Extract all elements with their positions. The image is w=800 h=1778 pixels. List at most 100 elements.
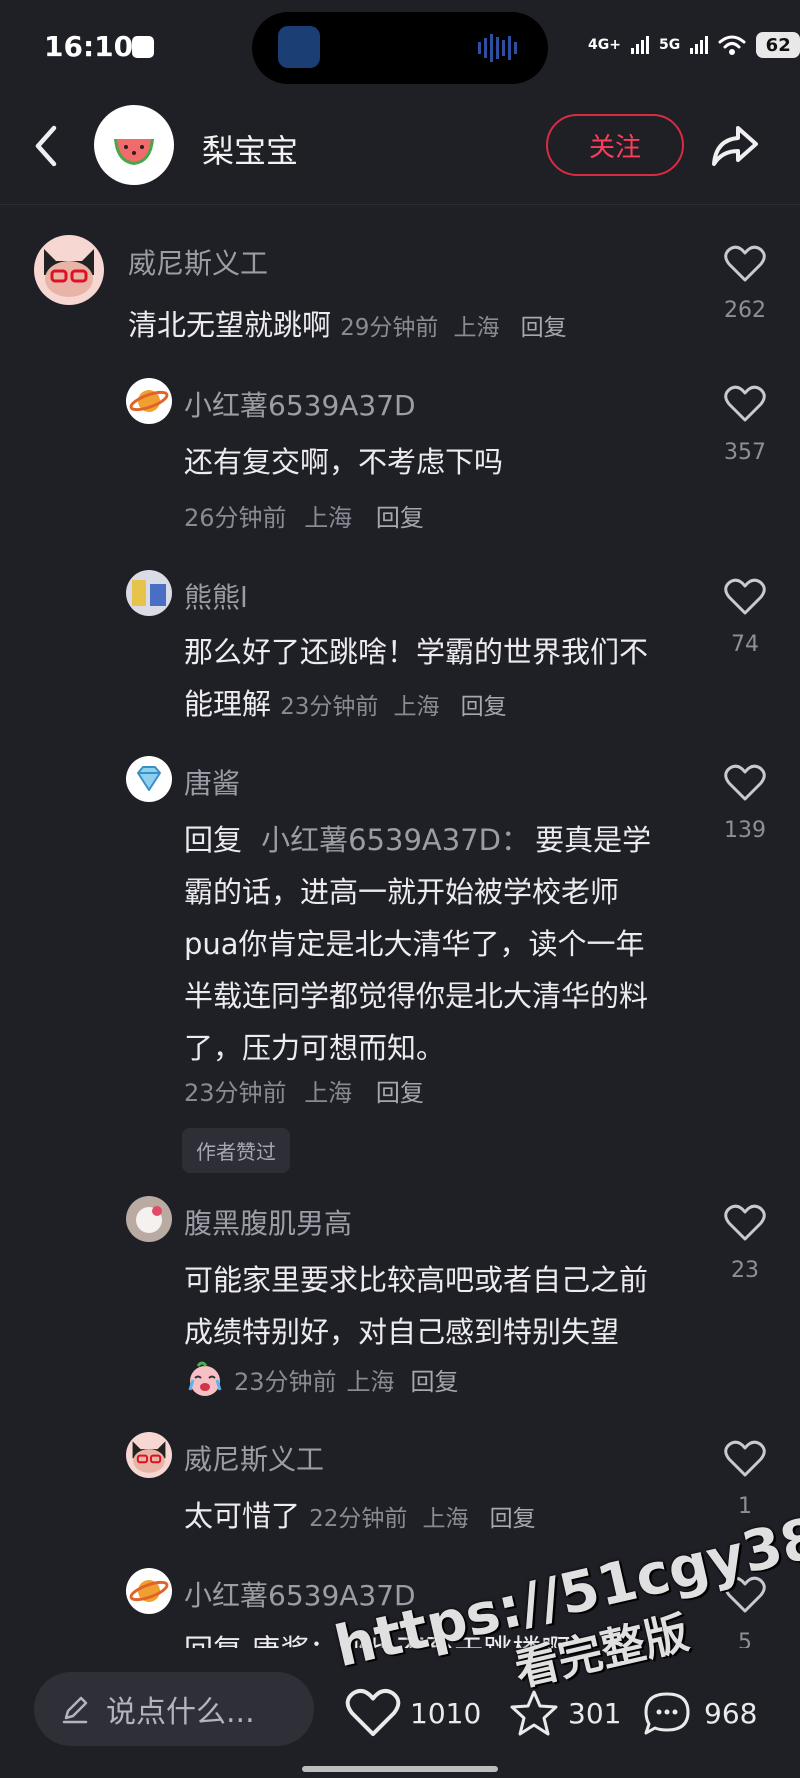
network-5g: 5G	[658, 37, 681, 53]
reply-button[interactable]: 回复	[376, 1079, 424, 1107]
comment-location: 上海	[422, 1506, 469, 1532]
comment-username[interactable]: 腹黑腹肌男高	[184, 1202, 352, 1242]
back-icon[interactable]	[26, 118, 66, 174]
watermelon-icon	[114, 139, 154, 165]
battery-indicator: 62	[756, 32, 800, 58]
comment-text-line: 那么好了还跳啥！学霸的世界我们不	[184, 635, 649, 669]
heart-icon[interactable]	[724, 385, 766, 423]
app-thumbnail-icon	[278, 26, 320, 68]
collect-total: 301	[568, 1696, 622, 1730]
like-count: 262	[724, 298, 766, 323]
comment-username[interactable]: 威尼斯义工	[128, 242, 268, 282]
comment-text-line: 要真是学	[535, 823, 652, 857]
heart-icon[interactable]	[724, 764, 766, 802]
comment-text: 清北无望就跳啊	[128, 308, 332, 342]
pencil-icon	[62, 1696, 88, 1724]
comment-time: 23分钟前	[280, 694, 379, 720]
like-count: 74	[731, 632, 759, 657]
comment-text-line: 成绩特别好，对自己感到特别失望	[184, 1315, 620, 1349]
author-avatar[interactable]	[94, 105, 174, 185]
diamond-icon	[137, 766, 161, 791]
avatar[interactable]	[126, 378, 172, 424]
network-4g: 4G+	[588, 37, 621, 53]
comment-icon	[644, 1692, 690, 1735]
reply-button[interactable]: 回复	[461, 694, 507, 720]
comment-total: 968	[704, 1696, 758, 1730]
heart-icon[interactable]	[724, 1204, 766, 1242]
status-indicators: 4G+ 5G 62	[588, 28, 800, 62]
comment-text-line: 可能家里要求比较高吧或者自己之前	[184, 1263, 649, 1297]
comment-username[interactable]: 威尼斯义工	[184, 1438, 324, 1478]
heart-icon[interactable]	[724, 1576, 766, 1614]
avatar[interactable]	[126, 1568, 172, 1614]
reply-button[interactable]: 回复	[521, 315, 567, 341]
avatar[interactable]	[126, 1196, 172, 1242]
planet-icon	[129, 390, 169, 412]
comment-text-line: 半载连同学都觉得你是北大清华的料	[184, 979, 649, 1013]
notification-icon	[132, 36, 154, 58]
comment-username[interactable]: 小红薯6539A37D	[184, 384, 416, 424]
header-divider	[0, 204, 800, 205]
signal-icon	[690, 36, 709, 54]
comment-text: 太可惜了	[184, 1499, 301, 1533]
photo-avatar-icon	[136, 1206, 162, 1233]
comment-input[interactable]: 说点什么...	[34, 1672, 314, 1746]
reply-prefix: 回复	[184, 823, 243, 857]
crying-emoji-icon	[188, 1361, 222, 1396]
heart-icon[interactable]	[724, 578, 766, 616]
comment-text-line: pua你肯定是北大清华了，读个一年	[184, 927, 645, 961]
signal-icon	[630, 36, 649, 54]
audio-wave-icon	[478, 34, 517, 62]
home-indicator	[302, 1766, 498, 1772]
avatar[interactable]	[126, 570, 172, 616]
like-count: 23	[731, 1258, 759, 1283]
avatar[interactable]	[34, 235, 104, 305]
author-name[interactable]: 梨宝宝	[202, 126, 298, 172]
comment-text-line: 了，压力可想而知。	[184, 1031, 446, 1065]
comment-username[interactable]: 唐酱	[184, 762, 240, 802]
comment-location: 上海	[346, 1367, 395, 1396]
comment-body: 回复 小红薯6539A37D： 要真是学	[184, 818, 651, 862]
comment-username[interactable]: 熊熊l	[184, 576, 248, 616]
status-time: 16:10	[44, 30, 134, 63]
comment-meta: 26分钟前 上海 回复	[184, 498, 424, 533]
dynamic-island	[252, 12, 548, 84]
photo-avatar-icon	[132, 580, 166, 606]
author-liked-badge: 作者赞过	[182, 1128, 290, 1173]
comment-text: 回复 唐酱：那也不至于跳楼啊	[184, 1633, 571, 1650]
heart-icon	[345, 1688, 401, 1737]
comment-body: 太可惜了 22分钟前 上海 回复	[184, 1494, 536, 1538]
reply-button[interactable]: 回复	[411, 1362, 459, 1397]
collect-action[interactable]: 301	[508, 1688, 621, 1738]
comment-location: 上海	[453, 315, 500, 341]
comment-text-line: 能理解	[184, 687, 272, 721]
cat-avatar-icon	[132, 1441, 166, 1473]
share-icon[interactable]	[706, 118, 762, 174]
comment-location: 上海	[304, 504, 353, 532]
comment-body: 清北无望就跳啊 29分钟前 上海 回复	[128, 303, 567, 347]
like-total: 1010	[410, 1696, 482, 1730]
comment-location: 上海	[393, 694, 440, 720]
comment-username[interactable]: 小红薯6539A37D	[184, 1574, 416, 1614]
star-icon	[510, 1690, 558, 1736]
heart-icon[interactable]	[724, 1440, 766, 1478]
wifi-icon	[718, 35, 746, 55]
mention-link[interactable]: 小红薯6539A37D：	[261, 823, 530, 857]
like-count: 357	[724, 440, 766, 465]
comment-meta: 23分钟前 上海 回复	[184, 1360, 459, 1398]
reply-button[interactable]: 回复	[490, 1506, 536, 1532]
comment-text: 还有复交啊，不考虑下吗	[184, 445, 504, 479]
like-action[interactable]: 1010	[344, 1688, 481, 1738]
comment-time: 23分钟前	[234, 1367, 337, 1396]
comment-action[interactable]: 968	[640, 1688, 757, 1738]
cat-avatar-icon	[44, 249, 94, 297]
like-count: 1	[738, 1494, 752, 1519]
comment-input-placeholder: 说点什么...	[106, 1695, 255, 1730]
follow-button[interactable]: 关注	[546, 114, 684, 176]
comment-location: 上海	[304, 1079, 353, 1107]
avatar[interactable]	[126, 756, 172, 802]
reply-button[interactable]: 回复	[376, 504, 424, 532]
comment-meta: 23分钟前 上海 回复	[184, 1073, 424, 1108]
heart-icon[interactable]	[724, 245, 766, 283]
avatar[interactable]	[126, 1432, 172, 1478]
